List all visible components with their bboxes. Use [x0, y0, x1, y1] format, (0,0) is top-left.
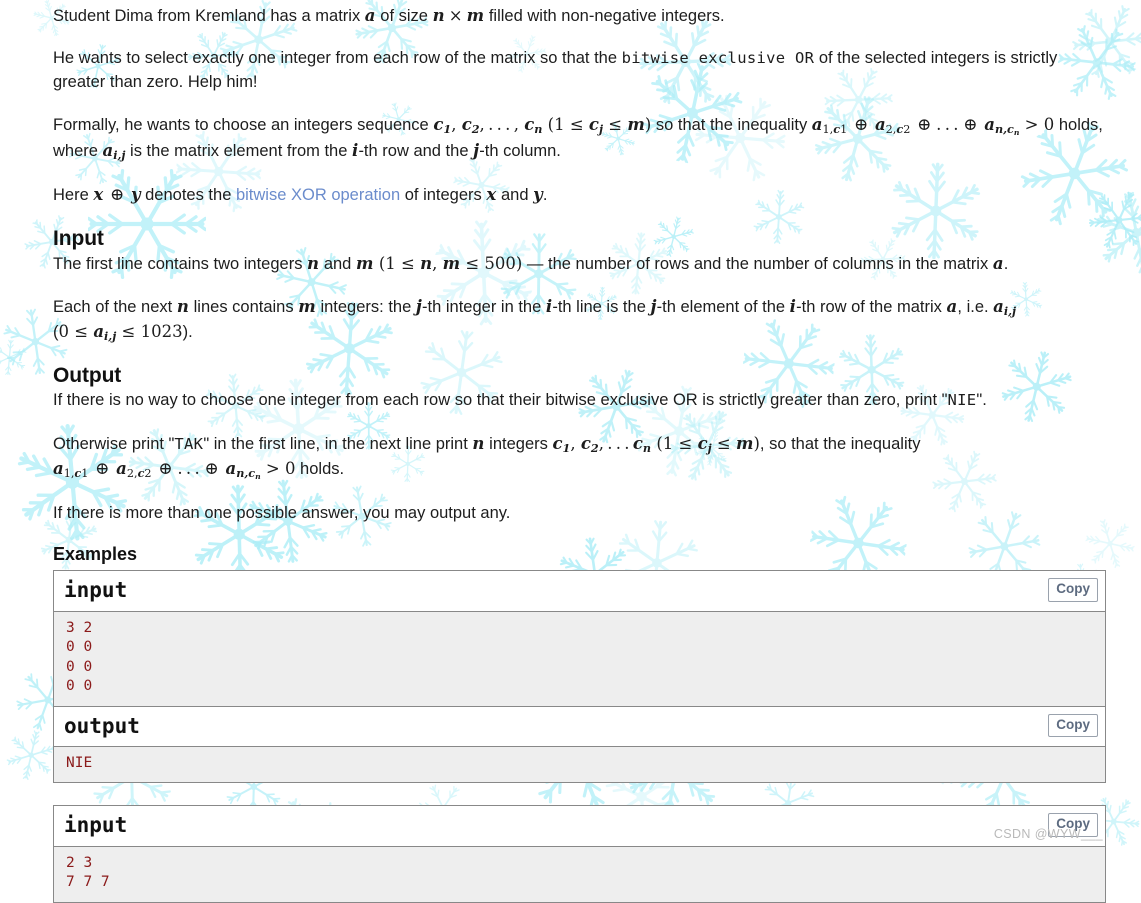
math-var-n: n [307, 254, 319, 273]
statement-text: and [319, 255, 356, 273]
output-paragraph-3: If there is more than one possible answe… [53, 502, 1106, 525]
math-range-cj: (1 ≤ cj ≤ m) [651, 434, 760, 453]
statement-text: Formally, he wants to choose an integers… [53, 116, 433, 134]
input-content-2: 2 3 7 7 7 [54, 847, 1105, 902]
sample-test-1: input Copy 3 2 0 0 0 0 0 0 output Copy N… [53, 570, 1106, 783]
statement-text: . [543, 186, 548, 204]
statement-text: . [1004, 255, 1009, 273]
math-sequence-c: c1, c2, . . . , cn [433, 115, 542, 134]
inline-code-nie: NIE [948, 391, 977, 409]
math-var-x: x [486, 185, 496, 204]
output-content-1: NIE [54, 747, 1105, 783]
math-range-nm: (1 ≤ n, m ≤ 500) [374, 254, 523, 273]
statement-paragraph-1: Student Dima from Kremland has a matrix … [53, 0, 1106, 28]
math-sequence-c: c1, c2, . . . cn [552, 434, 651, 453]
statement-text: -th line is the [552, 298, 650, 316]
math-inequality-xor: a1,c1 ⊕ a2,c2 ⊕ . . . ⊕ an,cn > 0 [53, 459, 295, 478]
problem-statement-page: Student Dima from Kremland has a matrix … [0, 0, 1141, 903]
input-paragraph-1: The first line contains two integers n a… [53, 252, 1106, 276]
math-var-y: y [533, 185, 543, 204]
output-header-1: output Copy [54, 707, 1105, 747]
statement-text: -th row and the [358, 142, 473, 160]
statement-text: so that the inequality [651, 116, 812, 134]
statement-text: ). [183, 323, 193, 341]
math-var-n: n [472, 434, 484, 453]
statement-paragraph-2: He wants to select exactly one integer f… [53, 47, 1106, 94]
statement-text: Each of the next [53, 298, 177, 316]
math-inequality-xor: a1,c1 ⊕ a2,c2 ⊕ . . . ⊕ an,cn > 0 [812, 115, 1054, 134]
statement-paragraph-3: Formally, he wants to choose an integers… [53, 113, 1106, 164]
statement-text: -th integer in the [422, 298, 546, 316]
statement-text: filled with non-negative integers. [484, 7, 724, 25]
math-var-n: n [177, 297, 189, 316]
statement-text: The first line contains two integers [53, 255, 307, 273]
math-var-m: m [467, 6, 485, 25]
csdn-watermark: CSDN @WYW___ [994, 827, 1103, 841]
statement-text: -th row of the matrix [796, 298, 946, 316]
statement-text: -th element of the [657, 298, 790, 316]
statement-text: of size [376, 7, 433, 25]
statement-paragraph-4: Here x ⊕ y denotes the bitwise XOR opera… [53, 183, 1106, 207]
input-label: input [64, 813, 127, 837]
bitwise-xor-link[interactable]: bitwise XOR operation [236, 186, 400, 204]
statement-text: " in the first line, in the next line pr… [203, 435, 472, 453]
statement-text: holds. [295, 460, 344, 478]
statement-text: ( [53, 323, 59, 341]
statement-text: integers: the [316, 298, 416, 316]
math-times: × [445, 6, 467, 25]
statement-text: Here [53, 186, 93, 204]
input-header-1: input Copy [54, 571, 1105, 611]
math-var-m: m [356, 254, 374, 273]
statement-text: of integers [400, 186, 486, 204]
math-range-cj: (1 ≤ cj ≤ m) [542, 115, 651, 134]
examples-heading: Examples [53, 544, 1106, 565]
copy-button[interactable]: Copy [1048, 578, 1098, 601]
statement-text: — the number of rows and the number of c… [522, 255, 992, 273]
math-range-aij: 0 ≤ ai,j ≤ 1023 [59, 322, 183, 341]
math-var-m: m [298, 297, 316, 316]
math-var-a: a [993, 254, 1004, 273]
inline-code-tak: TAK [174, 435, 203, 453]
statement-text: Otherwise print " [53, 435, 174, 453]
output-section-heading: Output [53, 364, 1106, 388]
statement-text: denotes the [141, 186, 236, 204]
input-section-heading: Input [53, 227, 1106, 251]
math-var-aij: ai,j [993, 297, 1016, 316]
math-var-a: a [947, 297, 958, 316]
statement-text: is the matrix element from the [125, 142, 352, 160]
input-label: input [64, 578, 127, 602]
statement-text: If there is no way to choose one integer… [53, 391, 948, 409]
math-var-aij: ai,j [103, 141, 126, 160]
math-var-a: a [365, 6, 376, 25]
statement-text: and [496, 186, 533, 204]
statement-text: ". [976, 391, 986, 409]
math-x-xor-y: x ⊕ y [93, 185, 140, 204]
input-header-2: input Copy [54, 806, 1105, 846]
statement-text: lines contains [189, 298, 298, 316]
inline-code-bitwise-xor: bitwise exclusive OR [622, 49, 815, 67]
statement-text: , i.e. [957, 298, 993, 316]
copy-button[interactable]: Copy [1048, 714, 1098, 737]
statement-text: , so that the inequality [760, 435, 921, 453]
output-label: output [64, 714, 140, 738]
input-content-1: 3 2 0 0 0 0 0 0 [54, 612, 1105, 707]
statement-text: He wants to select exactly one integer f… [53, 49, 622, 67]
input-paragraph-2: Each of the next n lines contains m inte… [53, 295, 1106, 345]
statement-text: Student Dima from Kremland has a matrix [53, 7, 365, 25]
statement-text: integers [485, 435, 553, 453]
output-paragraph-2: Otherwise print "TAK" in the first line,… [53, 432, 1106, 483]
output-paragraph-1: If there is no way to choose one integer… [53, 389, 1106, 412]
math-var-n: n [433, 6, 445, 25]
statement-text: -th column. [479, 142, 561, 160]
